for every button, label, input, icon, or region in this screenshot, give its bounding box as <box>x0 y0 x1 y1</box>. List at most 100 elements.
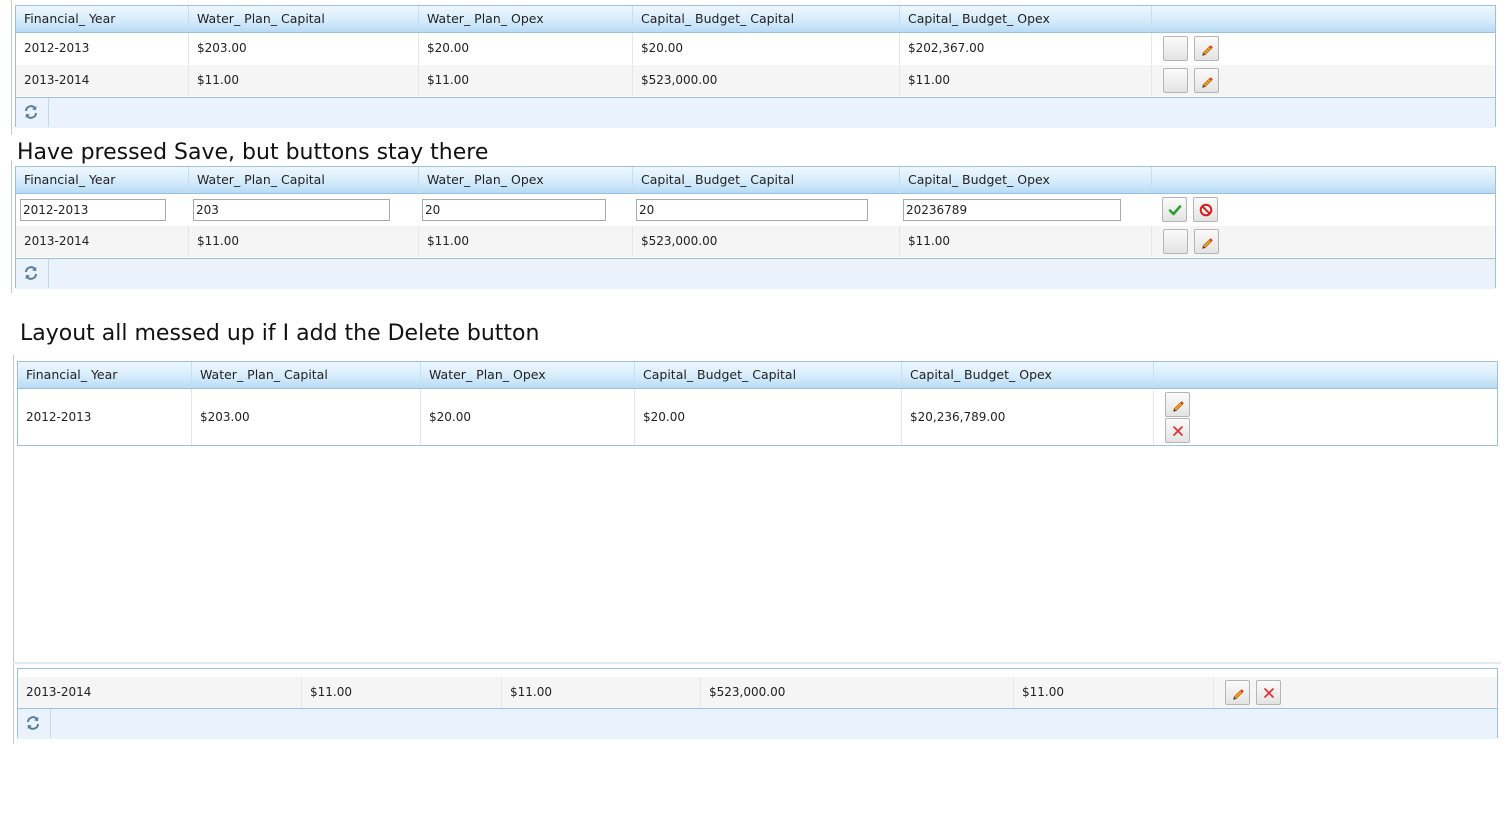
cell-actions <box>1153 389 1497 445</box>
pager <box>16 97 1495 128</box>
column-header-financial-year[interactable]: Financial_ Year <box>16 6 188 32</box>
column-header-capital-budget-opex[interactable]: Capital_ Budget_ Opex <box>899 167 1151 193</box>
column-header-water-plan-opex[interactable]: Water_ Plan_ Opex <box>420 362 634 388</box>
column-header-capital-budget-opex[interactable]: Capital_ Budget_ Opex <box>899 6 1151 32</box>
pencil-icon <box>1200 235 1214 249</box>
cell-actions <box>1151 226 1495 257</box>
cell-water-plan-opex: $11.00 <box>501 677 700 708</box>
column-header-actions <box>1153 362 1497 388</box>
empty-grid-area <box>13 662 1501 664</box>
refresh-icon <box>25 715 41 731</box>
table-row[interactable]: 2013-2014 $11.00 $11.00 $523,000.00 $11.… <box>18 677 1497 708</box>
delete-icon <box>1171 424 1185 438</box>
cell-financial-year: 2012-2013 <box>24 41 90 55</box>
cell-water-plan-capital: $11.00 <box>301 677 501 708</box>
cell-capital-budget-opex: $11.00 <box>899 226 1151 257</box>
pencil-icon <box>1200 74 1214 88</box>
refresh-icon <box>23 265 39 281</box>
column-header-water-plan-capital[interactable]: Water_ Plan_ Capital <box>188 6 418 32</box>
column-header-water-plan-opex[interactable]: Water_ Plan_ Opex <box>418 6 632 32</box>
pencil-icon <box>1200 42 1214 56</box>
column-header-water-plan-opex[interactable]: Water_ Plan_ Opex <box>418 167 632 193</box>
window-edge <box>13 664 14 744</box>
column-header-capital-budget-opex[interactable]: Capital_ Budget_ Opex <box>901 362 1153 388</box>
cell-capital-budget-capital: $523,000.00 <box>632 65 899 96</box>
cell-capital-budget-opex: $202,367.00 <box>899 33 1151 64</box>
check-icon <box>1168 203 1182 217</box>
column-header-capital-budget-capital[interactable]: Capital_ Budget_ Capital <box>634 362 901 388</box>
table-row[interactable]: 2013-2014 $11.00 $11.00 $523,000.00 $11.… <box>16 226 1495 257</box>
refresh-button[interactable] <box>16 98 49 127</box>
cell-capital-budget-capital: $523,000.00 <box>700 677 1013 708</box>
edit-button[interactable] <box>1194 36 1219 61</box>
window-edge <box>11 160 12 293</box>
cell-financial-year: 2013-2014 <box>24 234 90 248</box>
capital-budget-capital-input[interactable] <box>636 199 868 221</box>
table-row[interactable]: 2013-2014 $11.00 $11.00 $523,000.00 $11.… <box>16 65 1495 96</box>
column-header-actions <box>1151 167 1495 193</box>
delete-button[interactable] <box>1165 418 1190 443</box>
edit-button[interactable] <box>1165 392 1190 417</box>
delete-icon <box>1262 686 1276 700</box>
table-row-editing[interactable] <box>16 194 1495 225</box>
save-button[interactable] <box>1162 197 1187 222</box>
cell-capital-budget-opex: $11.00 <box>899 65 1151 96</box>
edit-button[interactable] <box>1194 229 1219 254</box>
column-header-water-plan-capital[interactable]: Water_ Plan_ Capital <box>188 167 418 193</box>
cell-financial-year: 2013-2014 <box>26 685 92 699</box>
edit-button[interactable] <box>1225 680 1250 705</box>
cell-financial-year: 2012-2013 <box>26 410 92 424</box>
blank-button[interactable] <box>1163 36 1188 61</box>
cell-water-plan-capital: $11.00 <box>188 65 418 96</box>
grid-header: Financial_ Year Water_ Plan_ Capital Wat… <box>18 362 1497 389</box>
blank-button[interactable] <box>1163 229 1188 254</box>
cell-capital-budget-capital: $20.00 <box>632 33 899 64</box>
water-plan-capital-input[interactable] <box>193 199 390 221</box>
cell-actions <box>1213 677 1497 708</box>
cell-capital-budget-opex: $11.00 <box>1013 677 1213 708</box>
pencil-icon <box>1231 686 1245 700</box>
refresh-button[interactable] <box>16 259 49 288</box>
table-row[interactable]: 2012-2013 $203.00 $20.00 $20.00 $20,236,… <box>18 389 1497 445</box>
window-edge <box>13 355 14 665</box>
cell-water-plan-opex: $11.00 <box>418 65 632 96</box>
window-edge <box>11 0 12 135</box>
cell-water-plan-capital: $203.00 <box>191 389 420 445</box>
grid-3-bottom: 2013-2014 $11.00 $11.00 $523,000.00 $11.… <box>17 668 1498 739</box>
column-header-capital-budget-capital[interactable]: Capital_ Budget_ Capital <box>632 167 899 193</box>
blank-button[interactable] <box>1163 68 1188 93</box>
column-header-actions <box>1151 6 1495 32</box>
cancel-icon <box>1199 203 1213 217</box>
pager <box>18 708 1497 739</box>
cell-water-plan-opex: $20.00 <box>418 33 632 64</box>
grid-header: Financial_ Year Water_ Plan_ Capital Wat… <box>16 6 1495 33</box>
cell-water-plan-opex: $20.00 <box>420 389 634 445</box>
grid-header: Financial_ Year Water_ Plan_ Capital Wat… <box>16 167 1495 194</box>
refresh-button[interactable] <box>18 709 51 738</box>
cell-capital-budget-capital: $20.00 <box>634 389 901 445</box>
column-header-capital-budget-capital[interactable]: Capital_ Budget_ Capital <box>632 6 899 32</box>
capital-budget-opex-input[interactable] <box>903 199 1121 221</box>
cell-financial-year: 2013-2014 <box>24 73 90 87</box>
caption-save: Have pressed Save, but buttons stay ther… <box>17 140 489 165</box>
cell-actions <box>1151 33 1495 64</box>
cell-capital-budget-capital: $523,000.00 <box>632 226 899 257</box>
cell-water-plan-capital: $11.00 <box>188 226 418 257</box>
cell-water-plan-opex: $11.00 <box>418 226 632 257</box>
water-plan-opex-input[interactable] <box>422 199 606 221</box>
financial-year-input[interactable] <box>20 199 166 221</box>
grid-3-top: Financial_ Year Water_ Plan_ Capital Wat… <box>17 361 1498 446</box>
delete-button[interactable] <box>1256 680 1281 705</box>
pager <box>16 258 1495 289</box>
column-header-financial-year[interactable]: Financial_ Year <box>16 167 188 193</box>
pencil-icon <box>1171 398 1185 412</box>
cell-capital-budget-opex: $20,236,789.00 <box>901 389 1153 445</box>
edit-button[interactable] <box>1194 68 1219 93</box>
table-row[interactable]: 2012-2013 $203.00 $20.00 $20.00 $202,367… <box>16 33 1495 64</box>
column-header-water-plan-capital[interactable]: Water_ Plan_ Capital <box>191 362 420 388</box>
column-header-financial-year[interactable]: Financial_ Year <box>18 362 191 388</box>
refresh-icon <box>23 104 39 120</box>
grid-1: Financial_ Year Water_ Plan_ Capital Wat… <box>15 5 1496 128</box>
cancel-button[interactable] <box>1193 197 1218 222</box>
caption-delete: Layout all messed up if I add the Delete… <box>20 321 540 346</box>
